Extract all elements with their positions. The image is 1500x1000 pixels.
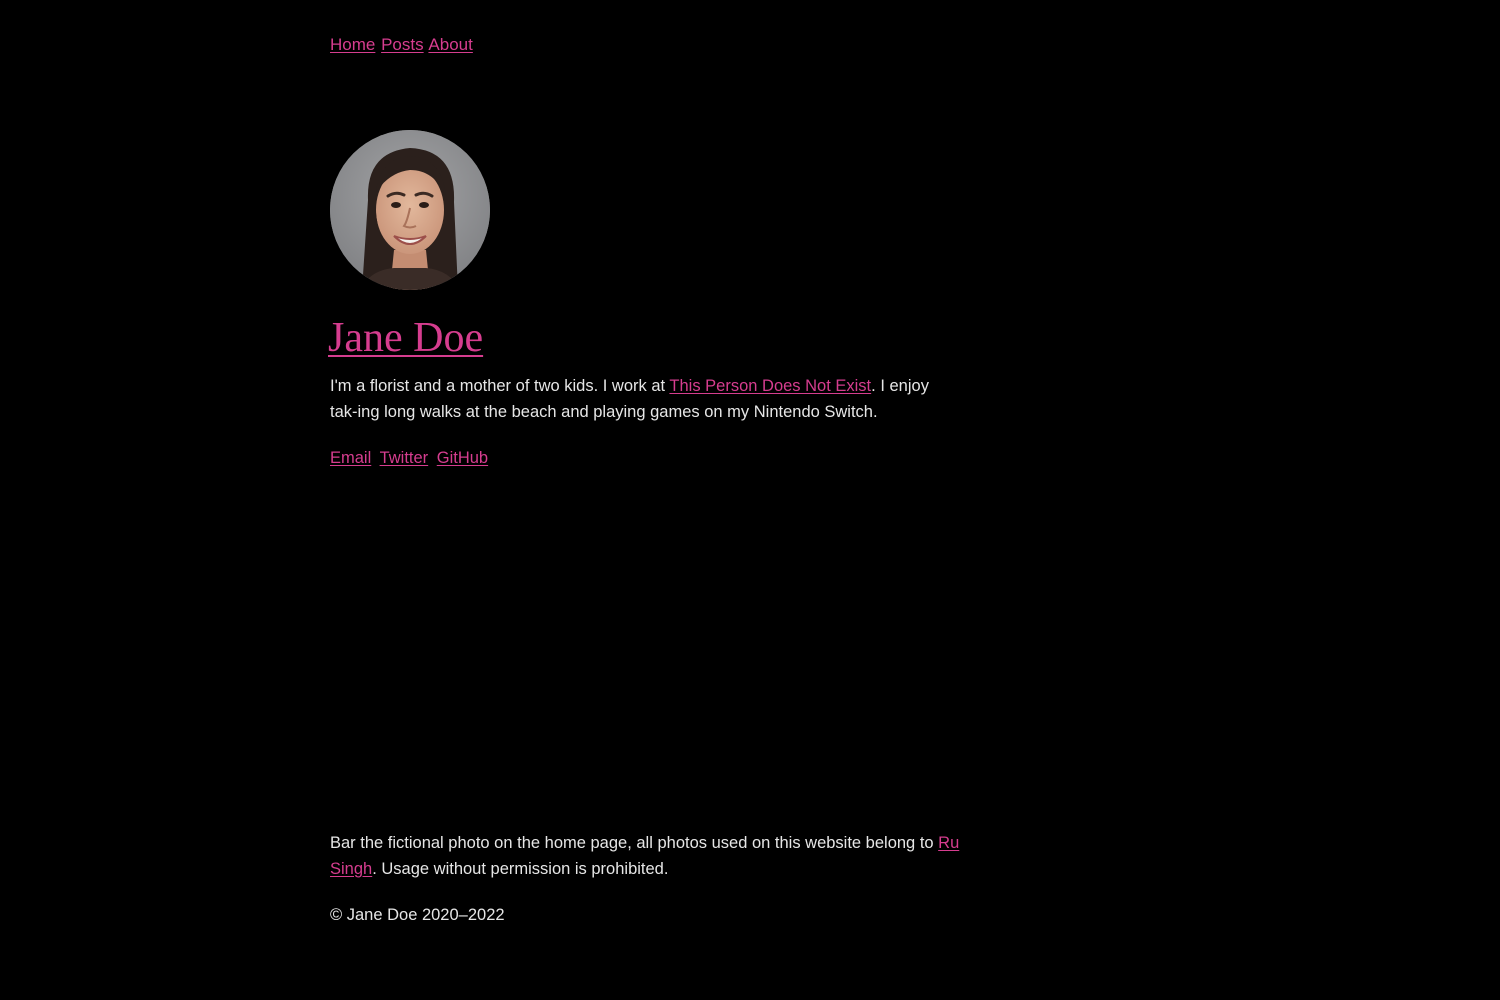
copyright: © Jane Doe 2020–2022	[330, 906, 505, 924]
twitter-link[interactable]: Twitter	[380, 449, 429, 467]
employer-link[interactable]: This Person Does Not Exist	[669, 377, 871, 395]
social-links: Email Twitter GitHub	[330, 446, 492, 470]
nav-posts-link[interactable]: Posts	[381, 35, 424, 54]
footer-note-start: Bar the fictional photo on the home page…	[330, 834, 939, 852]
name-link[interactable]: Jane Doe	[328, 315, 483, 361]
email-link[interactable]: Email	[330, 449, 371, 467]
nav-home-link[interactable]: Home	[330, 35, 375, 54]
footer-note: Bar the fictional photo on the home page…	[330, 830, 960, 882]
page-title: Jane Doe	[328, 313, 483, 363]
portrait-photo-icon	[330, 130, 490, 290]
avatar	[330, 130, 490, 290]
top-nav: Home Posts About	[330, 34, 474, 56]
footer-note-end: . Usage without permission is prohibited…	[372, 860, 669, 878]
nav-about-link[interactable]: About	[428, 35, 472, 54]
bio-text-start: I'm a florist and a mother of two kids. …	[330, 377, 670, 395]
bio-paragraph: I'm a florist and a mother of two kids. …	[330, 373, 960, 425]
github-link[interactable]: GitHub	[437, 449, 488, 467]
